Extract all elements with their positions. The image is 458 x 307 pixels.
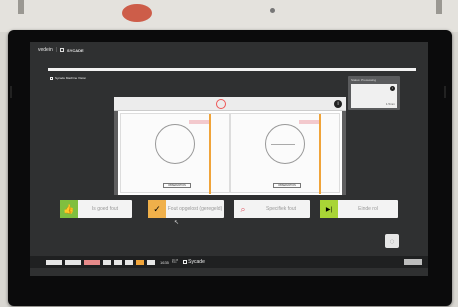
search-icon: ⌕ (234, 200, 252, 218)
action-einde-rol-button[interactable]: ▶| Einde rol (320, 200, 398, 218)
taskbar-right-slot[interactable] (404, 259, 422, 265)
wall-screw (270, 8, 275, 13)
brand-name: vedein (38, 47, 53, 53)
mount-right (436, 0, 442, 14)
action-label: Fout opgelost (geregeld) (167, 205, 223, 212)
video-icon (50, 76, 53, 80)
mount-left (18, 0, 24, 14)
brand-sub: SYCADE (67, 47, 84, 53)
taskbar-clock: 09:45 5/11 (171, 259, 178, 265)
search-glyph: ⌕ (240, 203, 246, 214)
brand-separator: | (55, 47, 58, 53)
info-icon[interactable]: i (390, 86, 395, 91)
action-label: Is goed fout (91, 205, 119, 212)
top-bar (48, 68, 416, 71)
taskbar-brand-text: Sycade (188, 259, 205, 265)
camera-side-left (114, 97, 118, 195)
thumbs-up-glyph: 👍 (63, 203, 75, 214)
taskbar: 1635 09:45 5/11 Sycade (30, 256, 428, 268)
status-card[interactable]: Status: Processing i 1.5mm (348, 76, 400, 110)
camera-pane-left: OBSERVATION (120, 113, 230, 194)
camera-info-icon[interactable]: i (334, 100, 342, 108)
bezel-tick-left (10, 86, 12, 98)
action-label: Specifiek fout (265, 205, 297, 212)
taskbar-slot[interactable] (65, 259, 81, 265)
edge-bar-left (209, 114, 211, 194)
taskbar-slot[interactable] (46, 259, 62, 265)
taskbar-count: 1635 (160, 259, 169, 265)
skip-end-icon: ▶| (320, 200, 338, 218)
action-is-goed-fout-button[interactable]: 👍 Is goed fout (60, 200, 132, 218)
brand-logo: vedein | SYCADE (38, 47, 84, 53)
action-specifiek-fout-button[interactable]: ⌕ Specifiek fout (234, 200, 310, 218)
pane-label-left: OBSERVATION (163, 183, 191, 188)
taskbar-slot[interactable] (114, 259, 122, 265)
edge-bar-right (319, 114, 321, 194)
video-title: Sycade Machine Vision (50, 76, 86, 80)
video-title-text: Sycade Machine Vision (55, 76, 87, 80)
taskbar-slot[interactable] (125, 259, 133, 265)
action-fout-opgelost-button[interactable]: ✓ Fout opgelost (geregeld) (148, 200, 224, 218)
check-icon: ✓ (148, 200, 166, 218)
brand-box-icon (60, 48, 65, 52)
tag-right (299, 120, 319, 124)
taskbar-slot-alert[interactable] (84, 259, 100, 265)
action-bar: 👍 Is goed fout ✓ Fout opgelost (geregeld… (60, 200, 398, 218)
sycade-logo-icon (183, 260, 188, 264)
action-label: Einde rol (358, 205, 378, 212)
tag-left (189, 120, 209, 124)
camera-pane-right: OBSERVATION (230, 113, 340, 194)
status-card-value: 1.5mm (385, 102, 395, 106)
taskbar-slot[interactable] (103, 259, 111, 265)
screen: vedein | SYCADE Sycade Machine Vision St… (30, 42, 428, 276)
ring-left (155, 124, 195, 164)
clock-date: 5/11 (171, 261, 177, 264)
taskbar-slot[interactable] (147, 259, 155, 265)
skip-end-glyph: ▶| (325, 206, 333, 213)
camera-strip: i (114, 97, 346, 111)
status-card-title: Status: Processing (351, 78, 377, 82)
taskbar-brand: Sycade (183, 259, 205, 265)
status-card-preview: i 1.5mm (351, 84, 397, 108)
pane-label-right: OBSERVATION (273, 183, 301, 188)
pointer-cursor: ↖ (174, 220, 180, 226)
check-glyph: ✓ (153, 203, 161, 214)
settings-fab-button[interactable]: ◌ (385, 234, 399, 248)
camera-view: i OBSERVATION OBSERVATION (114, 97, 346, 195)
thumbs-up-icon: 👍 (60, 200, 78, 218)
target-circle (216, 99, 226, 109)
bezel-tick-right (444, 86, 446, 98)
crosshair (271, 144, 295, 145)
red-knob (122, 4, 152, 22)
settings-icon: ◌ (389, 236, 395, 246)
wall (0, 0, 458, 32)
taskbar-slot-warn[interactable] (136, 259, 144, 265)
camera-side-right (342, 97, 346, 195)
